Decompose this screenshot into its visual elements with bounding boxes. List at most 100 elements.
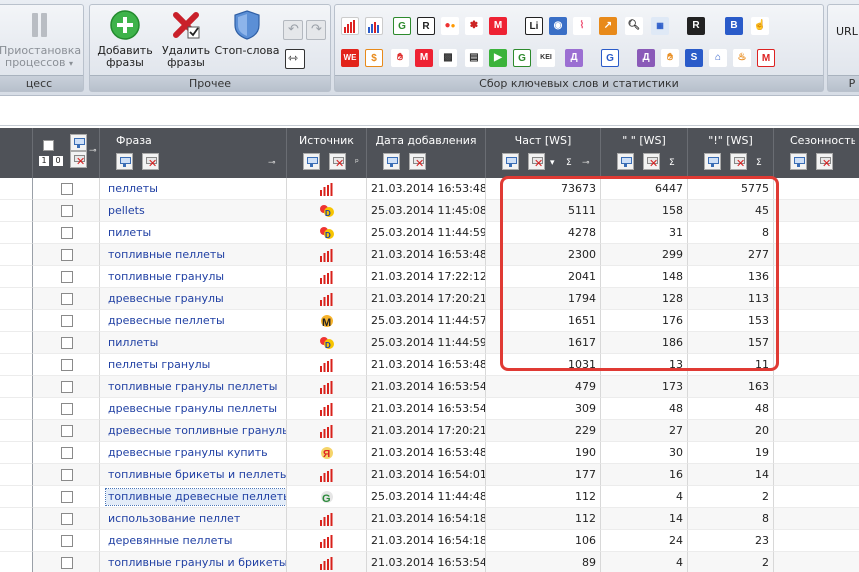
- clear-filter-icon[interactable]: [816, 153, 833, 170]
- filter-icon[interactable]: [116, 153, 133, 170]
- thumb-icon[interactable]: ☝: [751, 17, 769, 35]
- row-checkbox[interactable]: [61, 227, 73, 239]
- header-phrase[interactable]: Фраза ⊸: [100, 128, 287, 178]
- table-row[interactable]: деревянные пеллеты 21.03.2014 16:54:18 106…: [0, 530, 859, 552]
- clear-filter-icon[interactable]: [409, 153, 426, 170]
- dollar-icon[interactable]: $: [365, 49, 383, 67]
- qr-icon[interactable]: ▩: [439, 49, 457, 67]
- sort-arrow-icon[interactable]: ▾: [550, 158, 555, 168]
- hand-icon[interactable]: ✋︎: [391, 49, 409, 67]
- row-checkbox[interactable]: [61, 557, 73, 569]
- filter-icon[interactable]: [70, 134, 87, 151]
- kei-icon[interactable]: KEI: [537, 49, 555, 67]
- hat-icon[interactable]: ⌂: [709, 49, 727, 67]
- we-icon[interactable]: WE: [341, 49, 359, 67]
- table-row[interactable]: топливные пеллеты 21.03.2014 16:53:48 2300…: [0, 244, 859, 266]
- filter-icon[interactable]: [383, 153, 400, 170]
- arrows-tool-button[interactable]: ⇿: [285, 49, 305, 69]
- phrase-cell[interactable]: топливные древесные пеллеты: [100, 486, 287, 508]
- table-row[interactable]: древесные пеллеты M 25.03.2014 11:44:57 165…: [0, 310, 859, 332]
- row-checkbox[interactable]: [61, 425, 73, 437]
- phrase-cell[interactable]: древесные гранулы пеллеты: [100, 398, 287, 420]
- filter-icon[interactable]: [704, 153, 721, 170]
- row-checkbox[interactable]: [61, 205, 73, 217]
- clear-filter-icon[interactable]: [643, 153, 660, 170]
- add-phrases-button[interactable]: Добавить фразы: [94, 9, 156, 69]
- phrase-cell[interactable]: пиллеты: [100, 332, 287, 354]
- table-row[interactable]: топливные гранулы 21.03.2014 17:22:12 2041…: [0, 266, 859, 288]
- filter-icon[interactable]: [502, 153, 519, 170]
- table-row[interactable]: топливные гранулы пеллеты 21.03.2014 16:5…: [0, 376, 859, 398]
- filter-icon[interactable]: [790, 153, 807, 170]
- hand-orange-icon[interactable]: ✋︎: [661, 49, 679, 67]
- mail-icon[interactable]: M: [415, 49, 433, 67]
- table-row[interactable]: топливные древесные пеллеты G 25.03.2014 1…: [0, 486, 859, 508]
- table-row[interactable]: использование пеллет 21.03.2014 16:54:18 1…: [0, 508, 859, 530]
- wordstat-icon[interactable]: [341, 17, 359, 35]
- phrase-cell[interactable]: пеллеты гранулы: [100, 354, 287, 376]
- vk-icon[interactable]: B: [725, 17, 743, 35]
- phrase-cell[interactable]: пилеты: [100, 222, 287, 244]
- header-season[interactable]: Сезонность: [774, 128, 859, 178]
- m-outline-icon[interactable]: M: [757, 49, 775, 67]
- row-checkbox[interactable]: [61, 249, 73, 261]
- google-stat-icon[interactable]: G: [393, 17, 411, 35]
- phrase-cell[interactable]: древесные гранулы купить: [100, 442, 287, 464]
- header-freq[interactable]: Част [WS] ▾ Σ ⊸: [486, 128, 601, 178]
- redo-button[interactable]: ↷: [306, 20, 326, 40]
- table-row[interactable]: пеллеты 21.03.2014 16:53:48 73673 6447 5775: [0, 178, 859, 200]
- header-date[interactable]: Дата добавления: [367, 128, 486, 178]
- table-row[interactable]: топливные гранулы и брикеты 21.03.2014 16…: [0, 552, 859, 572]
- phrase-cell[interactable]: древесные топливные гранулы: [100, 420, 287, 442]
- table-row[interactable]: пиллеты D 25.03.2014 11:44:59 1617 186 157: [0, 332, 859, 354]
- liveinternet-icon[interactable]: Li: [525, 17, 543, 35]
- table-row[interactable]: древесные топливные гранулы 21.03.2014 17…: [0, 420, 859, 442]
- table-row[interactable]: pellets D 25.03.2014 11:45:08 5111 158 45: [0, 200, 859, 222]
- chart-line-icon[interactable]: ⌇: [573, 17, 591, 35]
- phrase-cell[interactable]: топливные гранулы пеллеты: [100, 376, 287, 398]
- d-purple-icon[interactable]: Д: [637, 49, 655, 67]
- row-checkbox[interactable]: [61, 183, 73, 195]
- row-checkbox[interactable]: [61, 513, 73, 525]
- select-all-checkbox[interactable]: [43, 140, 54, 151]
- g-stat-icon[interactable]: G: [513, 49, 531, 67]
- phrase-cell[interactable]: топливные гранулы: [100, 266, 287, 288]
- pause-processes-button[interactable]: Приостановка процессов ▾: [0, 9, 81, 70]
- phrase-cell[interactable]: пеллеты: [100, 178, 287, 200]
- pin-icon[interactable]: ⊸: [89, 146, 97, 156]
- filter-strip[interactable]: [0, 96, 859, 126]
- table-row[interactable]: пилеты D 25.03.2014 11:44:59 4278 31 8: [0, 222, 859, 244]
- clear-filter-icon[interactable]: [528, 153, 545, 170]
- table-row[interactable]: древесные гранулы 21.03.2014 17:20:21 1794…: [0, 288, 859, 310]
- header-source[interactable]: Источник ᵖ: [287, 128, 367, 178]
- delete-phrases-button[interactable]: Удалить фразы: [158, 9, 214, 69]
- play-icon[interactable]: ▶: [489, 49, 507, 67]
- phrase-cell[interactable]: древесные гранулы: [100, 288, 287, 310]
- check-icon-0[interactable]: 0: [53, 156, 63, 166]
- filter-icon[interactable]: [617, 153, 634, 170]
- table-row[interactable]: пеллеты гранулы 21.03.2014 16:53:48 1031 13…: [0, 354, 859, 376]
- row-checkbox[interactable]: [61, 491, 73, 503]
- row-checkbox[interactable]: [61, 271, 73, 283]
- row-checkbox[interactable]: [61, 381, 73, 393]
- pin-icon[interactable]: ᵖ: [355, 158, 359, 168]
- clear-filter-icon[interactable]: [70, 151, 87, 168]
- phrase-cell[interactable]: pellets: [100, 200, 287, 222]
- sigma-icon[interactable]: Σ: [669, 158, 675, 168]
- mail-stat-icon[interactable]: M: [489, 17, 507, 35]
- row-checkbox[interactable]: [61, 315, 73, 327]
- phrase-cell[interactable]: древесные пеллеты: [100, 310, 287, 332]
- row-checkbox[interactable]: [61, 447, 73, 459]
- d-icon[interactable]: Д: [565, 49, 583, 67]
- phrase-cell[interactable]: топливные брикеты и пеллеты: [100, 464, 287, 486]
- fire-icon[interactable]: ♨: [733, 49, 751, 67]
- pin-icon[interactable]: ⊸: [268, 158, 276, 168]
- clear-filter-icon[interactable]: [142, 153, 159, 170]
- table-icon[interactable]: ▦: [651, 17, 669, 35]
- row-checkbox[interactable]: [61, 359, 73, 371]
- check-icon-1[interactable]: 1: [39, 156, 49, 166]
- row-checkbox[interactable]: [61, 337, 73, 349]
- clear-filter-icon[interactable]: [730, 153, 747, 170]
- globe-icon[interactable]: ◉: [549, 17, 567, 35]
- phrase-cell[interactable]: использование пеллет: [100, 508, 287, 530]
